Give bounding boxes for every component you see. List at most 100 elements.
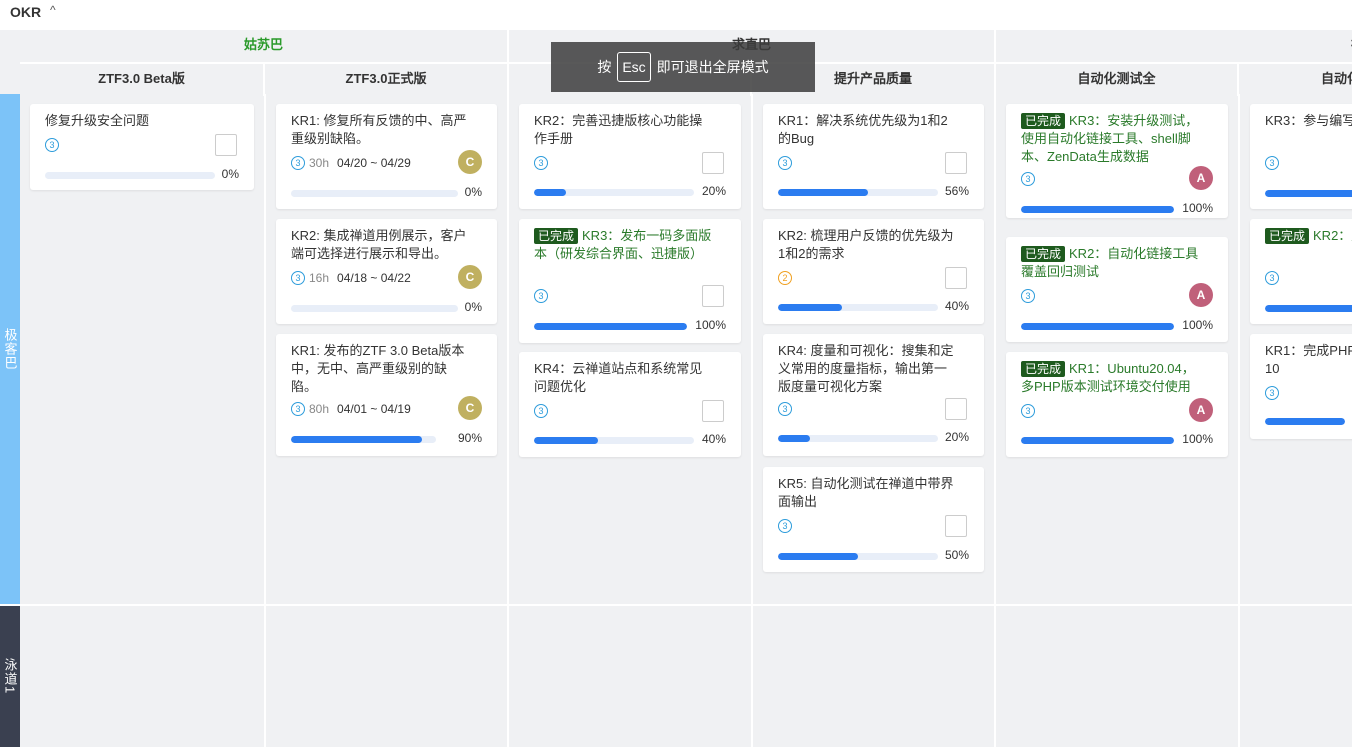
card-meta: 3 16h 04/18 ~ 04/22 [291,271,411,285]
column-divider [994,30,996,747]
column-header: 自动化 [1239,64,1352,96]
card-title: 已完成 KR2：自动化链接工具覆盖回归测试 [1021,245,1201,281]
avatar[interactable] [215,134,237,156]
progress-fill [291,436,422,443]
kr-card[interactable]: KR2：完善迅捷版核心功能操作手册 3 20% [519,104,741,209]
progress-fill [1265,418,1345,425]
priority-icon: 3 [534,404,548,418]
page-title: OKR [10,4,42,20]
priority-icon: 3 [778,519,792,533]
progress-bar [534,189,694,196]
progress-bar [534,437,694,444]
card-title: KR1：完成PHP输出学习笔记10 [1265,342,1352,378]
kr-card[interactable]: KR1：完成PHP输出学习笔记10 3 [1250,334,1352,439]
progress-percent: 50% [944,548,969,562]
avatar[interactable]: A [1189,166,1213,190]
card-title: KR1：解决系统优先级为1和2的Bug [778,112,958,148]
priority-icon: 3 [291,271,305,285]
priority-icon: 3 [1265,271,1279,285]
progress-percent: 90% [457,431,482,445]
kr-card[interactable]: KR1: 修复所有反馈的中、高严重级别缺陷。 3 30h 04/20 ~ 04/29 C… [276,104,497,209]
group-header-shen: 神 [996,30,1352,62]
estimate-hours: 80h [309,402,330,416]
kr-card[interactable]: 已完成 KR3：安装升级测试，使用自动化链接工具、shell脚本、ZenData生… [1006,104,1228,218]
avatar[interactable] [702,152,724,174]
avatar[interactable]: C [458,150,482,174]
column-divider [507,30,509,747]
card-meta: 3 [534,404,548,418]
collapse-caret-icon[interactable]: ^ [50,3,56,17]
card-title-text: KR2: 梳理用户反馈的优先级为1和2的需求 [778,228,954,261]
priority-icon: 3 [1265,156,1279,170]
card-title: 已完成 KR3：发布一码多面版本（研发综合界面、迅捷版） [534,227,714,263]
card-meta: 3 [778,402,792,416]
card-meta: 3 30h 04/20 ~ 04/29 [291,156,411,170]
avatar[interactable]: C [458,396,482,420]
progress-fill [534,189,566,196]
card-title: 已完成 KR1：Ubuntu20.04，多PHP版本测试环境交付使用 [1021,360,1201,396]
avatar[interactable] [702,400,724,422]
progress-percent: 100% [695,318,726,332]
priority-icon: 3 [534,289,548,303]
column-divider [1238,94,1240,747]
swimlane-label: 泳道1 [0,606,20,747]
avatar[interactable] [945,515,967,537]
card-title-text: KR1：解决系统优先级为1和2的Bug [778,113,948,146]
kr-card[interactable]: KR2: 梳理用户反馈的优先级为1和2的需求 2 40% [763,219,984,324]
progress-bar [1265,418,1345,425]
card-meta: 3 [1265,386,1279,400]
card-meta: 3 [778,519,792,533]
progress-fill [534,437,598,444]
kr-card[interactable]: KR5: 自动化测试在禅道中带界面输出 3 50% [763,467,984,572]
avatar[interactable]: A [1189,398,1213,422]
priority-icon: 3 [534,156,548,170]
progress-bar [45,172,215,179]
card-meta: 2 [778,271,792,285]
kr-card[interactable]: 已完成 KR3：发布一码多面版本（研发综合界面、迅捷版） 3 100% [519,219,741,343]
kanban-board: 姑苏巴 求直巴 神 ZTF3.0 Beta版 ZTF3.0正式版 提升产品质量 … [0,30,1352,747]
column-header: ZTF3.0正式版 [265,64,509,96]
priority-icon: 3 [778,156,792,170]
card-title: KR4：云禅道站点和系统常见问题优化 [534,360,714,396]
swimlane-label: 极客巴 [0,94,20,604]
priority-icon: 3 [291,402,305,416]
avatar[interactable] [945,152,967,174]
avatar[interactable] [945,398,967,420]
card-meta: 3 [534,156,548,170]
card-meta: 3 [1265,156,1279,170]
card-title: KR2：完善迅捷版核心功能操作手册 [534,112,714,148]
card-title: KR2: 梳理用户反馈的优先级为1和2的需求 [778,227,958,263]
progress-bar [1021,323,1174,330]
kr-card[interactable]: KR4: 度量和可视化：搜集和定义常用的度量指标，输出第一版度量可视化方案 3 20… [763,334,984,456]
progress-bar [778,189,938,196]
kr-card[interactable]: 修复升级安全问题 3 0% [30,104,254,190]
card-title-text: KR4: 度量和可视化：搜集和定义常用的度量指标，输出第一版度量可视化方案 [778,343,954,394]
progress-fill [778,189,868,196]
kr-card[interactable]: 已完成 KR1：Ubuntu20.04，多PHP版本测试环境交付使用 3 A 100% [1006,352,1228,457]
kr-card[interactable]: KR4：云禅道站点和系统常见问题优化 3 40% [519,352,741,457]
card-title-text: KR1: 修复所有反馈的中、高严重级别缺陷。 [291,113,467,146]
progress-percent: 20% [944,430,969,444]
kr-card[interactable]: KR3：参与编写元测试用例 3 [1250,104,1352,209]
esc-key-label: Esc [617,52,651,82]
status-badge: 已完成 [1265,228,1310,244]
progress-fill [778,304,842,311]
progress-bar [1265,305,1352,312]
kr-card[interactable]: KR2: 集成禅道用例展示，客户端可选择进行展示和导出。 3 16h 04/18 ~ … [276,219,497,324]
progress-percent: 100% [1182,201,1213,215]
kr-card[interactable]: KR1：解决系统优先级为1和2的Bug 3 56% [763,104,984,209]
progress-fill [534,323,687,330]
progress-bar [778,435,938,442]
card-title: KR3：参与编写元测试用例 [1265,112,1352,130]
kr-card[interactable]: 已完成KR2：盖所有数据库表 3 [1250,219,1352,324]
avatar[interactable]: A [1189,283,1213,307]
toast-prefix: 按 [597,59,612,75]
kr-card[interactable]: KR1: 发布的ZTF 3.0 Beta版本中，无中、高严重级别的缺陷。 3 80h… [276,334,497,456]
avatar[interactable] [702,285,724,307]
kr-card[interactable]: 已完成 KR2：自动化链接工具覆盖回归测试 3 A 100% [1006,237,1228,342]
priority-icon: 3 [45,138,59,152]
top-bar: OKR ^ [0,0,1352,30]
priority-icon: 3 [1021,404,1035,418]
avatar[interactable]: C [458,265,482,289]
avatar[interactable] [945,267,967,289]
